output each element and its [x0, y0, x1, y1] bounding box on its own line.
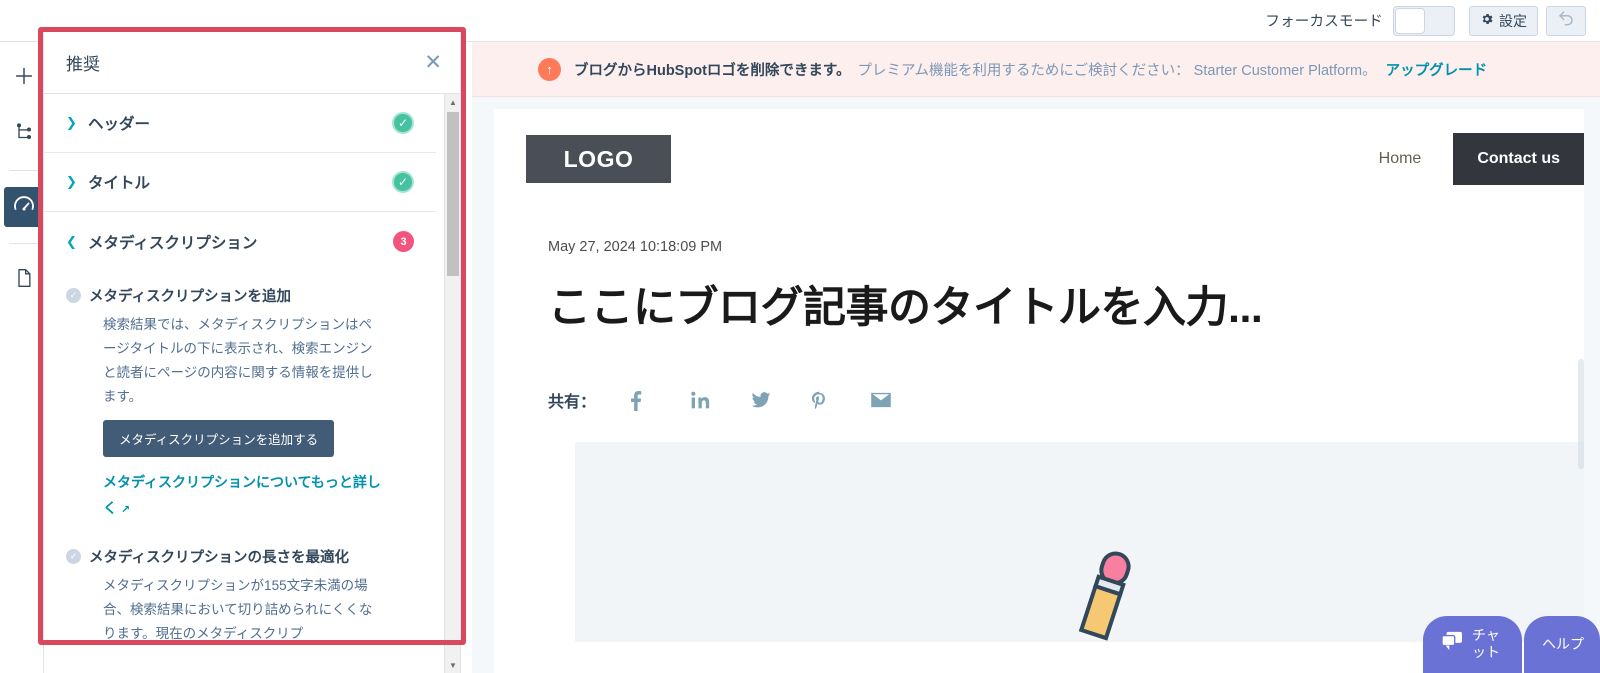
rail-divider-2 — [8, 243, 39, 244]
site-logo: LOGO — [526, 135, 671, 183]
email-icon[interactable] — [870, 392, 930, 408]
site-header: LOGO Home Contact us — [494, 109, 1584, 209]
recommendation-description: 検索結果では、メタディスクリプションはページタイトルの下に表示され、検索エンジン… — [103, 317, 373, 405]
featured-image-placeholder — [575, 442, 1584, 642]
check-circle-icon: ✓ — [66, 288, 81, 303]
scrollbar-thumb[interactable] — [447, 112, 459, 276]
help-button[interactable]: ヘルプ — [1524, 615, 1600, 673]
post-title[interactable]: ここにブログ記事のタイトルを入力... — [548, 273, 1584, 335]
section-header-meta-description[interactable]: ❮ メタディスクリプション 3 — [44, 212, 436, 271]
upgrade-banner: ↑ ブログからHubSpotロゴを削除できます。 プレミアム機能を利用するために… — [472, 42, 1600, 97]
learn-more-label: メタディスクリプションについてもっと詳しく — [103, 474, 381, 516]
status-badge-ok: ✓ — [392, 171, 414, 193]
plus-icon — [13, 65, 35, 92]
chat-bubble-icon — [1441, 631, 1463, 656]
external-link-icon: ↗︎ — [120, 503, 131, 516]
panel-body: ❯ ヘッダー ✓ ❯ タイトル ✓ ❮ メタディスクリプション 3 ✓ メタディ… — [44, 94, 460, 673]
upgrade-arrow-icon: ↑ — [538, 57, 561, 81]
chat-label: チャット — [1472, 626, 1500, 660]
settings-label: 設定 — [1499, 12, 1527, 29]
learn-more-link[interactable]: メタディスクリプションについてもっと詳しく ↗︎ — [103, 470, 383, 522]
recommendation-heading[interactable]: ✓ メタディスクリプションの長さを最適化 — [66, 532, 414, 567]
close-icon[interactable]: ✕ — [424, 52, 442, 73]
twitter-icon[interactable] — [750, 390, 810, 410]
recommendation-title: メタディスクリプションの長さを最適化 — [89, 549, 349, 566]
undo-arrow-icon — [1557, 9, 1575, 32]
recommendation-item: ✓ メタディスクリプションを追加 検索結果では、メタディスクリプションはページタ… — [44, 271, 436, 522]
banner-normal-text: プレミアム機能を利用するためにご検討ください： Starter Customer… — [857, 62, 1377, 79]
scroll-up-arrow-icon[interactable]: ▲ — [445, 94, 460, 110]
sidebar-item-content-tree[interactable] — [4, 114, 44, 154]
recommendation-title: メタディスクリプションを追加 — [89, 289, 291, 305]
banner-strong-text: ブログからHubSpotロゴを削除できます。 — [574, 62, 851, 79]
status-badge-ok: ✓ — [392, 112, 414, 134]
rail-divider — [8, 170, 39, 171]
chevron-down-icon: ❮ — [66, 233, 77, 249]
upgrade-link[interactable]: アップグレード — [1386, 59, 1488, 80]
site-preview: LOGO Home Contact us May 27, 2024 10:18:… — [494, 109, 1584, 673]
section-label: ヘッダー — [88, 116, 151, 133]
left-icon-rail — [0, 42, 48, 673]
share-label: 共有： — [548, 394, 597, 411]
panel-scrollbar[interactable]: ▲ ▼ — [444, 94, 460, 673]
section-label: メタディスクリプション — [88, 234, 258, 252]
pinterest-icon[interactable] — [810, 389, 870, 411]
recommendation-description: メタディスクリプションが155文字未満の場合、検索結果において切り詰められにくく… — [103, 577, 373, 641]
sitemap-icon — [14, 122, 34, 147]
site-preview-wrapper: LOGO Home Contact us May 27, 2024 10:18:… — [472, 97, 1600, 673]
section-header-header[interactable]: ❯ ヘッダー ✓ — [44, 94, 436, 153]
chat-widget-bar: チャット ヘルプ — [1423, 615, 1600, 673]
post-date: May 27, 2024 10:18:09 PM — [548, 239, 723, 255]
add-meta-description-button[interactable]: メタディスクリプションを追加する — [103, 420, 335, 458]
canvas-scrollbar[interactable] — [1578, 359, 1584, 469]
document-icon — [14, 267, 34, 294]
undo-button[interactable] — [1546, 5, 1586, 36]
check-circle-icon: ✓ — [66, 548, 81, 564]
chevron-right-icon: ❯ — [66, 174, 77, 189]
settings-button[interactable]: 設定 — [1469, 5, 1538, 36]
focus-mode-label: フォーカスモード — [1265, 14, 1383, 30]
chevron-right-icon: ❯ — [66, 115, 77, 130]
site-nav-right: Home Contact us — [1379, 133, 1584, 185]
gauge-icon — [12, 193, 36, 222]
facebook-icon[interactable] — [630, 389, 690, 411]
focus-mode-toggle[interactable] — [1393, 5, 1455, 36]
share-row: 共有： — [548, 388, 1584, 412]
sidebar-item-optimize[interactable] — [3, 187, 44, 227]
section-header-title[interactable]: ❯ タイトル ✓ — [44, 153, 436, 212]
sidebar-item-page-details[interactable] — [4, 260, 44, 300]
pencil-illustration-icon — [1071, 550, 1141, 642]
sidebar-item-add[interactable] — [4, 58, 44, 98]
editor-canvas: ↑ ブログからHubSpotロゴを削除できます。 プレミアム機能を利用するために… — [472, 42, 1600, 673]
recommendation-item: ✓ メタディスクリプションの長さを最適化 メタディスクリプションが155文字未満… — [44, 532, 436, 646]
help-label: ヘルプ — [1542, 635, 1584, 652]
recommendations-panel: 推奨 ✕ ❯ ヘッダー ✓ ❯ タイトル ✓ ❮ メタディスクリプション 3 ✓ — [43, 32, 461, 673]
recommendation-heading[interactable]: ✓ メタディスクリプションを追加 — [66, 271, 414, 306]
linkedin-icon[interactable] — [690, 390, 750, 410]
section-label: タイトル — [88, 175, 151, 192]
chat-button[interactable]: チャット — [1423, 615, 1522, 673]
panel-title: 推奨 — [66, 55, 100, 74]
blog-post: May 27, 2024 10:18:09 PM ここにブログ記事のタイトルを入… — [494, 209, 1584, 642]
panel-scroll-area: ❯ ヘッダー ✓ ❯ タイトル ✓ ❮ メタディスクリプション 3 ✓ メタディ… — [44, 94, 436, 673]
panel-header: 推奨 ✕ — [44, 32, 460, 94]
nav-cta-contact[interactable]: Contact us — [1453, 133, 1584, 185]
toggle-knob — [1395, 7, 1425, 34]
gear-icon — [1480, 12, 1494, 29]
scroll-down-arrow-icon[interactable]: ▼ — [445, 657, 460, 673]
status-badge-count: 3 — [393, 231, 414, 252]
nav-link-home[interactable]: Home — [1379, 150, 1422, 168]
